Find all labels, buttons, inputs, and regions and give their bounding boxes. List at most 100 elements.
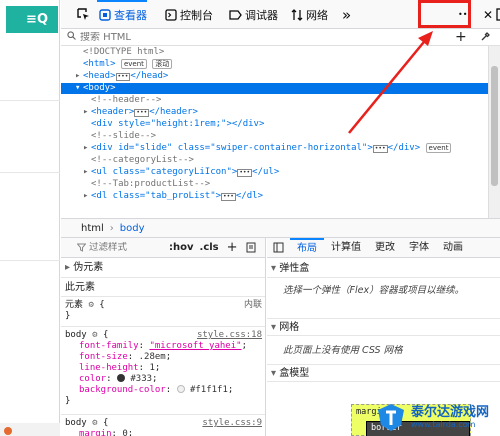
breadcrumb: html › body: [61, 218, 500, 238]
element-picker-button[interactable]: [77, 0, 90, 29]
dock-button[interactable]: [496, 0, 500, 29]
markup-node-comment[interactable]: <!--Tab:productList-->: [61, 179, 488, 190]
markup-search-bar: +: [61, 29, 500, 46]
sidebar-tabs: 布局 计算值 更改 字体 动画: [267, 238, 500, 258]
collapsed-ellipsis-icon[interactable]: •••: [237, 169, 253, 177]
markup-node-comment[interactable]: <!--categoryList-->: [61, 155, 488, 166]
close-icon: ✕: [483, 7, 494, 22]
debugger-icon: [229, 9, 242, 20]
markup-node-header[interactable]: ▸ <header> ••• </header>: [61, 107, 488, 118]
chevrons-right-icon: »: [342, 5, 352, 24]
eyedropper-icon[interactable]: [480, 31, 491, 45]
collapsed-ellipsis-icon[interactable]: •••: [372, 145, 388, 153]
markup-node-div[interactable]: <div style="height:1rem;"></div>: [61, 119, 488, 130]
breadcrumb-item-html[interactable]: html: [81, 223, 104, 234]
network-icon: [291, 8, 303, 21]
event-badge[interactable]: event: [425, 143, 452, 153]
tab-fonts[interactable]: 字体: [402, 238, 436, 258]
tab-inspector[interactable]: 查看器: [99, 0, 147, 29]
inline-rule: 元素 ⚙ { 内联 }: [65, 300, 262, 321]
expand-triangle-icon[interactable]: ▸: [83, 143, 91, 154]
menu-search-icon: ≡Q: [26, 12, 48, 27]
expand-triangle-icon[interactable]: ▸: [83, 191, 91, 202]
color-swatch[interactable]: [116, 374, 125, 382]
collapse-triangle-icon[interactable]: ▾: [75, 83, 83, 94]
markup-node-comment[interactable]: <!--header-->: [61, 95, 488, 106]
expand-triangle-icon: ▸: [65, 262, 71, 273]
collapse-triangle-icon: ▾: [271, 322, 277, 333]
tab-layout[interactable]: 布局: [290, 238, 324, 258]
add-node-button[interactable]: +: [455, 29, 467, 45]
declaration[interactable]: font-size: .28em;: [65, 352, 265, 363]
breadcrumb-item-body[interactable]: body: [120, 223, 145, 234]
tab-computed[interactable]: 计算值: [324, 238, 368, 258]
expand-triangle-icon[interactable]: ▸: [75, 71, 83, 82]
rules-toolbar: :hov .cls +: [61, 238, 265, 258]
gear-icon[interactable]: ⚙: [88, 300, 93, 310]
markup-node-slide[interactable]: ▸ <div id="slide" class="swiper-container…: [61, 143, 488, 154]
collapsed-ellipsis-icon[interactable]: •••: [115, 73, 131, 81]
print-media-icon[interactable]: [246, 242, 256, 253]
declaration[interactable]: background-color: #f1f1f1;: [65, 385, 265, 396]
divider: [0, 172, 60, 173]
declaration[interactable]: color: #333;: [65, 374, 265, 385]
box-model-section-header[interactable]: ▾ 盒模型: [267, 364, 500, 382]
site-watermark: 泰尔达游戏网 www.tairda.com: [375, 398, 500, 436]
hover-state-toggle[interactable]: :hov: [169, 242, 194, 253]
tab-debugger[interactable]: 调试器: [229, 0, 278, 29]
divider: [61, 277, 265, 278]
toggle-sidebar-icon[interactable]: [273, 242, 284, 253]
menu-search-button[interactable]: ≡Q: [6, 6, 58, 33]
tab-console[interactable]: 控制台: [165, 0, 213, 29]
collapsed-ellipsis-icon[interactable]: •••: [134, 109, 150, 117]
markup-node-dl[interactable]: ▸ <dl class="tab_proList"> ••• </dl>: [61, 191, 488, 202]
add-rule-button[interactable]: +: [227, 240, 238, 255]
declaration[interactable]: margin: 0;: [65, 429, 265, 436]
tab-animations[interactable]: 动画: [436, 238, 470, 258]
expand-triangle-icon[interactable]: ▸: [83, 107, 91, 118]
expand-triangle-icon[interactable]: ▸: [83, 167, 91, 178]
declaration[interactable]: font-family: "microsoft yahei";: [65, 341, 265, 352]
markup-scrollbar[interactable]: [488, 46, 500, 218]
filter-styles-input[interactable]: [89, 242, 159, 253]
gear-icon[interactable]: ⚙: [92, 418, 97, 428]
body-rule-2: body ⚙ { style.css:9 margin: 0;: [61, 418, 265, 436]
tab-label: 调试器: [245, 8, 278, 22]
markup-node-html[interactable]: <html> event 滚动: [61, 59, 488, 70]
tab-changes[interactable]: 更改: [368, 238, 402, 258]
flexbox-section-header[interactable]: ▾ 弹性盒: [267, 260, 500, 278]
collapsed-ellipsis-icon[interactable]: •••: [221, 193, 236, 201]
scroll-badge[interactable]: 滚动: [152, 59, 173, 69]
webpage-preview: ≡Q: [0, 0, 60, 436]
annotation-highlight-box: [418, 0, 471, 28]
close-devtools-button[interactable]: ✕: [483, 0, 493, 29]
divider: [61, 296, 265, 297]
markup-node-comment[interactable]: <!--slide-->: [61, 131, 488, 142]
pseudo-elements-toggle[interactable]: ▸ 伪元素: [61, 262, 265, 273]
filter-icon: [77, 243, 86, 252]
color-swatch[interactable]: [176, 385, 185, 393]
more-tools-button[interactable]: »: [342, 0, 351, 29]
search-html-input[interactable]: [80, 31, 380, 43]
scrollbar-thumb[interactable]: [491, 66, 498, 186]
class-toggle[interactable]: .cls: [200, 242, 219, 253]
markup-node-body[interactable]: ▾ <body>: [61, 83, 488, 94]
markup-node-ul[interactable]: ▸ <ul class="categoryLiIcon"> ••• </ul>: [61, 167, 488, 178]
tab-network[interactable]: 网络: [291, 0, 328, 29]
inspector-icon: [99, 8, 111, 21]
gear-icon[interactable]: ⚙: [92, 330, 97, 340]
tab-label: 查看器: [114, 8, 147, 22]
markup-node-head[interactable]: ▸ <head> ••• </head>: [61, 71, 488, 82]
grid-section-header[interactable]: ▾ 网格: [267, 318, 500, 336]
breadcrumb-separator-icon: ›: [109, 222, 114, 234]
divider: [0, 260, 60, 261]
console-icon: [165, 8, 177, 21]
source-link[interactable]: style.css:9: [202, 418, 262, 429]
grid-message: 此页面上没有使用 CSS 网格: [283, 345, 403, 356]
declaration[interactable]: line-height: 1;: [65, 363, 265, 374]
markup-node-doctype[interactable]: <!DOCTYPE html>: [61, 47, 488, 58]
event-badge[interactable]: event: [120, 59, 147, 69]
collapse-triangle-icon: ▾: [271, 368, 277, 379]
this-element-heading: 此元素: [65, 282, 95, 293]
source-link[interactable]: style.css:18: [197, 330, 262, 341]
